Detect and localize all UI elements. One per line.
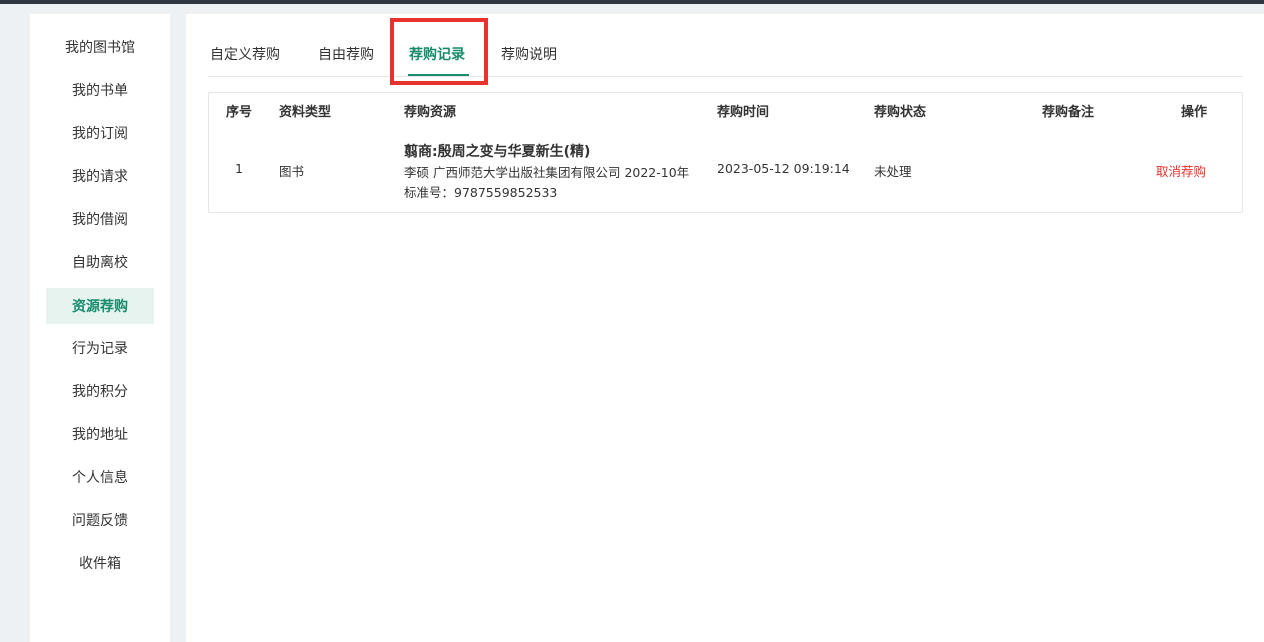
- sidebar-item-inbox[interactable]: 收件箱: [46, 545, 154, 581]
- main-panel: 自定义荐购 自由荐购 荐购记录 荐购说明 序号 资料类型 荐购资源 荐购时间 荐…: [186, 14, 1264, 642]
- sidebar-item-requests[interactable]: 我的请求: [46, 158, 154, 194]
- top-bar: [0, 0, 1264, 4]
- header-time: 荐购时间: [717, 105, 770, 120]
- header-status: 荐购状态: [874, 105, 927, 120]
- resource-meta: 李硕 广西师范大学出版社集团有限公司 2022-10年: [404, 165, 690, 180]
- header-index: 序号: [226, 105, 253, 120]
- highlight-box: [390, 18, 488, 85]
- resource-isbn: 标准号：9787559852533: [404, 185, 558, 200]
- sidebar-item-feedback[interactable]: 问题反馈: [46, 502, 154, 538]
- sidebar-item-activity-log[interactable]: 行为记录: [46, 330, 154, 366]
- sidebar-item-borrowing[interactable]: 我的借阅: [46, 201, 154, 237]
- records-table: 序号 资料类型 荐购资源 荐购时间 荐购状态 荐购备注 操作 1 图书 翦商:殷…: [208, 92, 1243, 213]
- sidebar-item-resource-recommend[interactable]: 资源荐购: [46, 288, 154, 324]
- tab-recommend-instructions[interactable]: 荐购说明: [501, 44, 557, 64]
- cell-status: 未处理: [874, 164, 912, 179]
- cancel-recommend-link[interactable]: 取消荐购: [1156, 161, 1206, 180]
- sidebar-item-address[interactable]: 我的地址: [46, 416, 154, 452]
- sidebar-item-self-checkout[interactable]: 自助离校: [46, 244, 154, 280]
- tab-bar: 自定义荐购 自由荐购 荐购记录 荐购说明: [208, 14, 1243, 77]
- tab-free-recommend[interactable]: 自由荐购: [318, 44, 374, 64]
- header-action: 操作: [1181, 105, 1208, 120]
- sidebar: 我的图书馆 我的书单 我的订阅 我的请求 我的借阅 自助离校 资源荐购 行为记录…: [30, 14, 170, 642]
- resource-title: 翦商:殷周之变与华夏新生(精): [404, 144, 591, 160]
- cell-index: 1: [235, 161, 243, 176]
- header-remark: 荐购备注: [1042, 105, 1095, 120]
- sidebar-item-my-library[interactable]: 我的图书馆: [46, 29, 154, 65]
- sidebar-item-subscriptions[interactable]: 我的订阅: [46, 115, 154, 151]
- cell-type: 图书: [279, 164, 305, 179]
- header-resource: 荐购资源: [404, 105, 457, 120]
- sidebar-item-profile[interactable]: 个人信息: [46, 459, 154, 495]
- tab-custom-recommend[interactable]: 自定义荐购: [210, 44, 280, 64]
- sidebar-item-points[interactable]: 我的积分: [46, 373, 154, 409]
- header-type: 资料类型: [279, 105, 332, 120]
- sidebar-item-my-booklist[interactable]: 我的书单: [46, 72, 154, 108]
- cell-time: 2023-05-12 09:19:14: [717, 161, 850, 176]
